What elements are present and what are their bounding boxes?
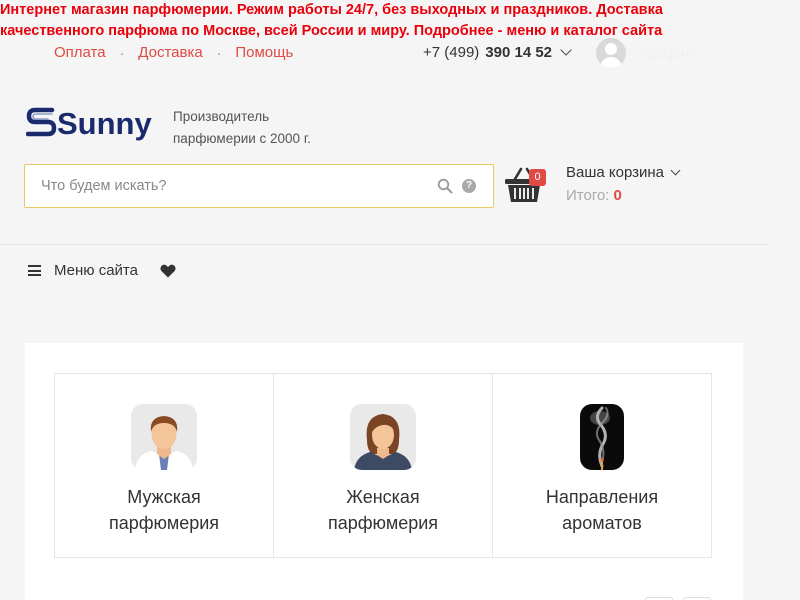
tagline-line-1: Производитель xyxy=(173,109,270,124)
chevron-down-icon xyxy=(670,165,681,176)
header-divider xyxy=(0,244,768,245)
category-womens-perfume[interactable]: Женская парфюмерия xyxy=(274,374,493,557)
brand-tagline: Производитель парфюмерии с 2000 г. xyxy=(173,106,311,150)
cart-dropdown[interactable]: Ваша корзина xyxy=(566,164,681,181)
tagline-line-2: парфюмерии с 2000 г. xyxy=(173,131,311,146)
woman-avatar-icon xyxy=(350,404,416,470)
category-fragrance-directions[interactable]: Направления ароматов xyxy=(493,374,711,557)
phone-prefix: +7 (499) xyxy=(423,44,480,61)
category-label-line1: Женская xyxy=(346,487,420,507)
cart-title: Ваша корзина xyxy=(566,164,665,181)
search-input[interactable] xyxy=(25,165,425,207)
user-profile-label[interactable]: Профиль xyxy=(640,45,700,61)
smoke-icon xyxy=(580,404,624,470)
nav-link-delivery[interactable]: Доставка xyxy=(138,44,202,61)
site-menu-label: Меню сайта xyxy=(54,262,138,279)
user-avatar-icon[interactable] xyxy=(596,38,626,68)
hamburger-icon xyxy=(28,265,41,276)
nav-separator: · xyxy=(119,44,125,61)
category-label-line2: ароматов xyxy=(562,513,642,533)
top-navigation: Оплата · Доставка · Помощь xyxy=(54,44,293,61)
announcement-banner: Интернет магазин парфюмерии. Режим работ… xyxy=(0,2,663,39)
nav-link-help[interactable]: Помощь xyxy=(235,44,293,61)
phone-number: 390 14 52 xyxy=(485,44,553,61)
search-box: ? xyxy=(24,164,494,208)
cart-total: Итого: 0 xyxy=(566,187,622,204)
search-icon[interactable] xyxy=(437,178,453,199)
category-label-line2: парфюмерия xyxy=(327,513,439,533)
site-menu-button[interactable]: Меню сайта xyxy=(28,262,138,279)
category-label-line1: Мужская xyxy=(127,487,201,507)
nav-link-payment[interactable]: Оплата xyxy=(54,44,106,61)
category-grid: Мужская парфюмерия Женская парфюмерия На… xyxy=(54,373,712,558)
phone-dropdown[interactable]: +7 (499) 390 14 52 xyxy=(423,44,572,61)
category-label-line2: парфюмерия xyxy=(108,513,220,533)
cart-count-badge: 0 xyxy=(529,169,546,186)
nav-separator: · xyxy=(216,44,222,61)
heart-icon[interactable] xyxy=(160,264,176,283)
category-label-line1: Направления xyxy=(545,487,659,507)
svg-text:Sunny: Sunny xyxy=(57,106,152,141)
cart-total-label: Итого: xyxy=(566,187,610,204)
cart-total-value: 0 xyxy=(613,187,622,204)
site-logo[interactable]: Sunny xyxy=(25,100,158,150)
man-avatar-icon xyxy=(131,404,197,470)
category-mens-perfume[interactable]: Мужская парфюмерия xyxy=(55,374,274,557)
help-icon[interactable]: ? xyxy=(462,179,476,193)
chevron-down-icon xyxy=(560,44,572,56)
